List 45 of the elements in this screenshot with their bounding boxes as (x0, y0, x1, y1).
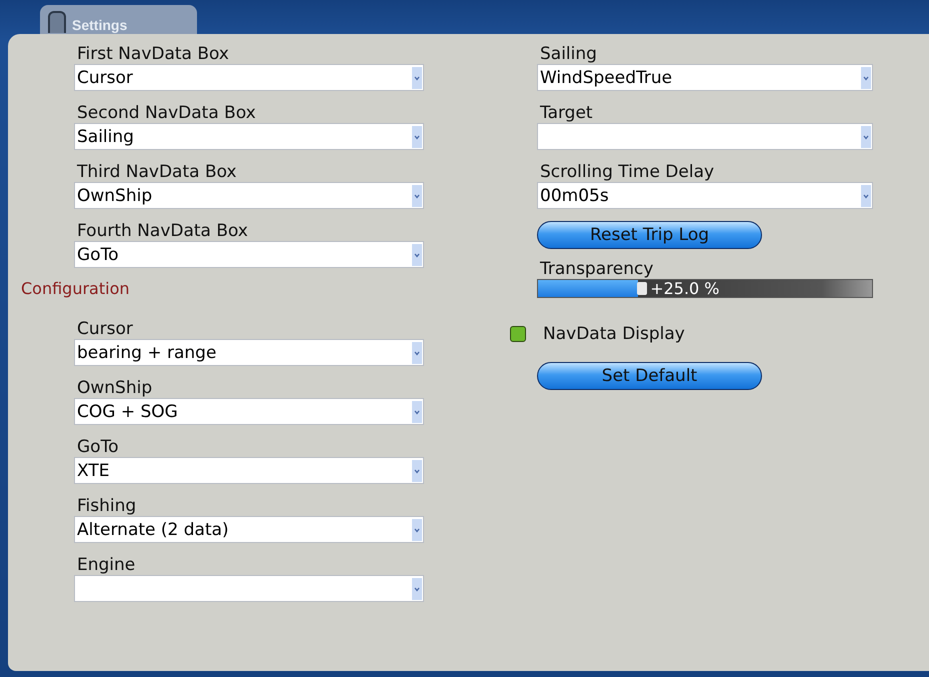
transparency-slider[interactable]: +25.0 % (537, 279, 873, 298)
caret-icon (412, 518, 422, 540)
dropdown-field[interactable]: COG + SOG (74, 398, 424, 425)
field-label: Scrolling Time Delay (539, 162, 714, 182)
dropdown-field[interactable]: GoTo (74, 241, 424, 268)
dropdown-field[interactable]: XTE (74, 457, 424, 484)
field-label: Target (539, 103, 593, 123)
field-label: OwnShip (76, 378, 152, 398)
toggle-label: NavData Display (542, 324, 685, 344)
caret-icon (412, 244, 422, 266)
dropdown-field[interactable]: OwnShip (74, 182, 424, 209)
field-label: GoTo (76, 437, 118, 457)
field-label: Fourth NavData Box (76, 221, 248, 241)
caret-icon (412, 400, 422, 422)
dropdown-field[interactable]: Sailing (74, 123, 424, 150)
dropdown-field[interactable]: 00m05s (537, 182, 873, 209)
field-label: First NavData Box (76, 44, 229, 64)
caret-icon (412, 460, 422, 482)
field-label: Second NavData Box (76, 103, 256, 123)
caret-icon (861, 66, 871, 88)
field-label: Cursor (76, 319, 133, 339)
caret-icon (412, 126, 422, 148)
dropdown-field[interactable]: Alternate (2 data) (74, 516, 424, 543)
set-default-button[interactable]: Set Default (537, 362, 762, 390)
field-label: Third NavData Box (76, 162, 237, 182)
dropdown-field[interactable] (537, 123, 873, 150)
reset-trip-log-button[interactable]: Reset Trip Log (537, 221, 762, 249)
dropdown-field[interactable]: WindSpeedTrue (537, 64, 873, 91)
dropdown-field[interactable] (74, 575, 424, 602)
field-label: Sailing (539, 44, 597, 64)
caret-icon (861, 126, 871, 148)
dropdown-field[interactable]: Cursor (74, 64, 424, 91)
section-heading: Configuration (21, 279, 130, 298)
slider-label: Transparency (539, 259, 654, 279)
caret-icon (412, 578, 422, 600)
caret-icon (861, 184, 871, 206)
field-label: Fishing (76, 496, 136, 516)
dropdown-field[interactable]: bearing + range (74, 339, 424, 366)
slider-thumb[interactable] (637, 282, 648, 295)
caret-icon (412, 342, 422, 364)
caret-icon (412, 184, 422, 206)
field-label: Engine (76, 555, 136, 575)
slider-reading: +25.0 % (650, 279, 720, 298)
caret-icon (412, 66, 422, 88)
status-indicator[interactable] (510, 326, 526, 342)
